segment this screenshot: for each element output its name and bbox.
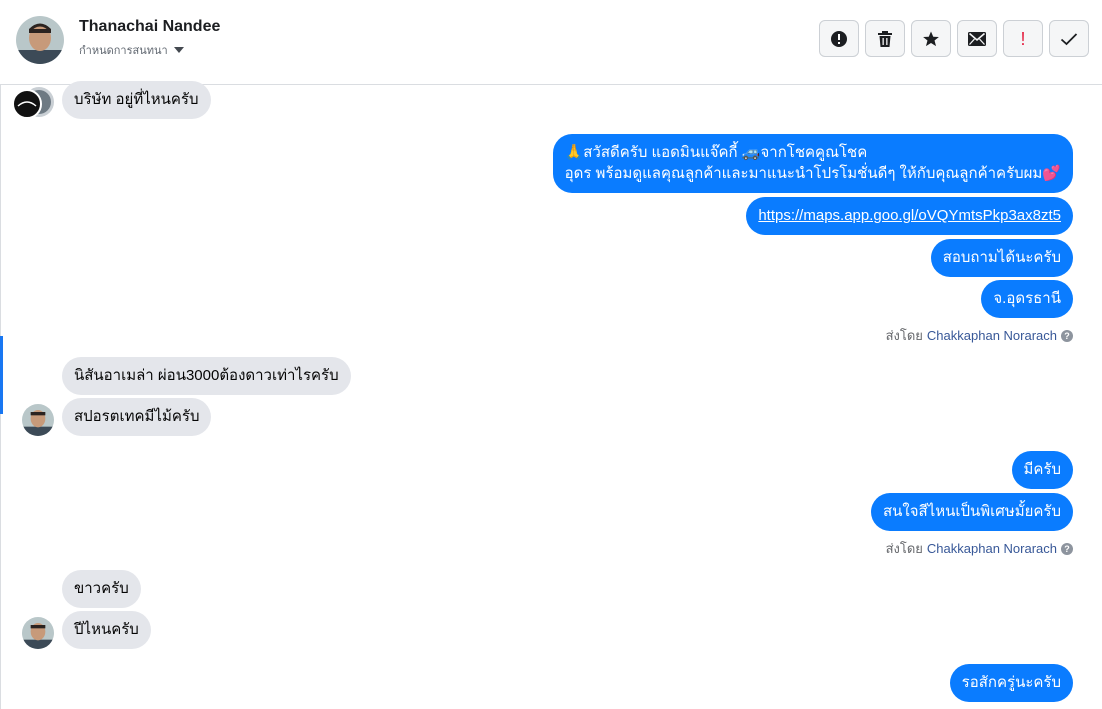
- incoming-message[interactable]: นิสันอาเมล่า ผ่อน3000ต้องดาวเท่าไรครับ: [62, 357, 351, 395]
- exclamation-circle-icon: [831, 30, 847, 47]
- contact-avatar[interactable]: [16, 16, 64, 64]
- outgoing-message[interactable]: สอบถามได้นะครับ: [930, 239, 1073, 277]
- mail-button[interactable]: [957, 20, 997, 57]
- caret-down-icon: [173, 47, 184, 53]
- mark-spam-button[interactable]: !: [1003, 20, 1043, 57]
- contact-avatar-small[interactable]: [22, 404, 54, 436]
- question-icon[interactable]: ?: [1061, 542, 1073, 555]
- mark-done-button[interactable]: [1049, 20, 1089, 57]
- sent-by-prefix: ส่งโดย: [885, 541, 923, 556]
- star-button[interactable]: [911, 20, 951, 57]
- incoming-message[interactable]: สปอรตเทคมีไม้ครับ: [62, 398, 212, 436]
- conversation-status-dropdown[interactable]: กำหนดการสนทนา: [79, 41, 184, 59]
- contact-avatar-small[interactable]: [22, 617, 54, 649]
- action-toolbar: !: [819, 20, 1089, 57]
- outgoing-message[interactable]: สนใจสีไหนเป็นพิเศษมั้ยครับ: [871, 493, 1073, 531]
- incoming-message[interactable]: ขาวครับ: [62, 570, 141, 608]
- incoming-message[interactable]: ปีไหนครับ: [62, 611, 151, 649]
- selected-indicator: [0, 336, 3, 414]
- trash-icon: [878, 30, 892, 47]
- business-avatar: [12, 86, 54, 119]
- sender-name-link[interactable]: Chakkaphan Norarach: [927, 541, 1057, 556]
- star-icon: [923, 31, 939, 46]
- question-icon[interactable]: ?: [1061, 329, 1073, 342]
- message-line: อุดร พร้อมดูแลคุณลูกค้าและมาแนะนำโปรโมชั…: [564, 165, 1061, 182]
- sent-by-label: ส่งโดย Chakkaphan Norarach ?: [886, 325, 1073, 346]
- exclamation-icon: !: [1020, 28, 1026, 49]
- outgoing-message[interactable]: จ.อุดรธานี: [981, 280, 1073, 318]
- conversation-header: Thanachai Nandee กำหนดการสนทนา !: [0, 0, 1102, 85]
- outgoing-message[interactable]: รอสักครู่นะครับ: [949, 664, 1073, 702]
- outgoing-message[interactable]: 🙏สวัสดีครับ แอดมินแจ๊คกี้ 🚙จากโชคคูณโชค …: [552, 134, 1073, 193]
- sent-by-prefix: ส่งโดย: [885, 328, 923, 343]
- outgoing-message[interactable]: มีครับ: [1011, 451, 1073, 489]
- map-link[interactable]: https://maps.app.goo.gl/oVQYmtsPkp3ax8zt…: [758, 207, 1061, 224]
- envelope-icon: [968, 31, 986, 46]
- alert-button[interactable]: [819, 20, 859, 57]
- check-icon: [1060, 32, 1078, 45]
- contact-name[interactable]: Thanachai Nandee: [79, 18, 220, 36]
- delete-button[interactable]: [865, 20, 905, 57]
- outgoing-message: https://maps.app.goo.gl/oVQYmtsPkp3ax8zt…: [746, 197, 1073, 235]
- sender-name-link[interactable]: Chakkaphan Norarach: [927, 328, 1057, 343]
- incoming-message[interactable]: บริษัท อยู่ที่ไหนครับ: [62, 81, 211, 119]
- sent-by-label: ส่งโดย Chakkaphan Norarach ?: [886, 538, 1073, 559]
- status-label: กำหนดการสนทนา: [79, 45, 168, 57]
- message-line: 🙏สวัสดีครับ แอดมินแจ๊คกี้ 🚙จากโชคคูณโชค: [564, 144, 868, 161]
